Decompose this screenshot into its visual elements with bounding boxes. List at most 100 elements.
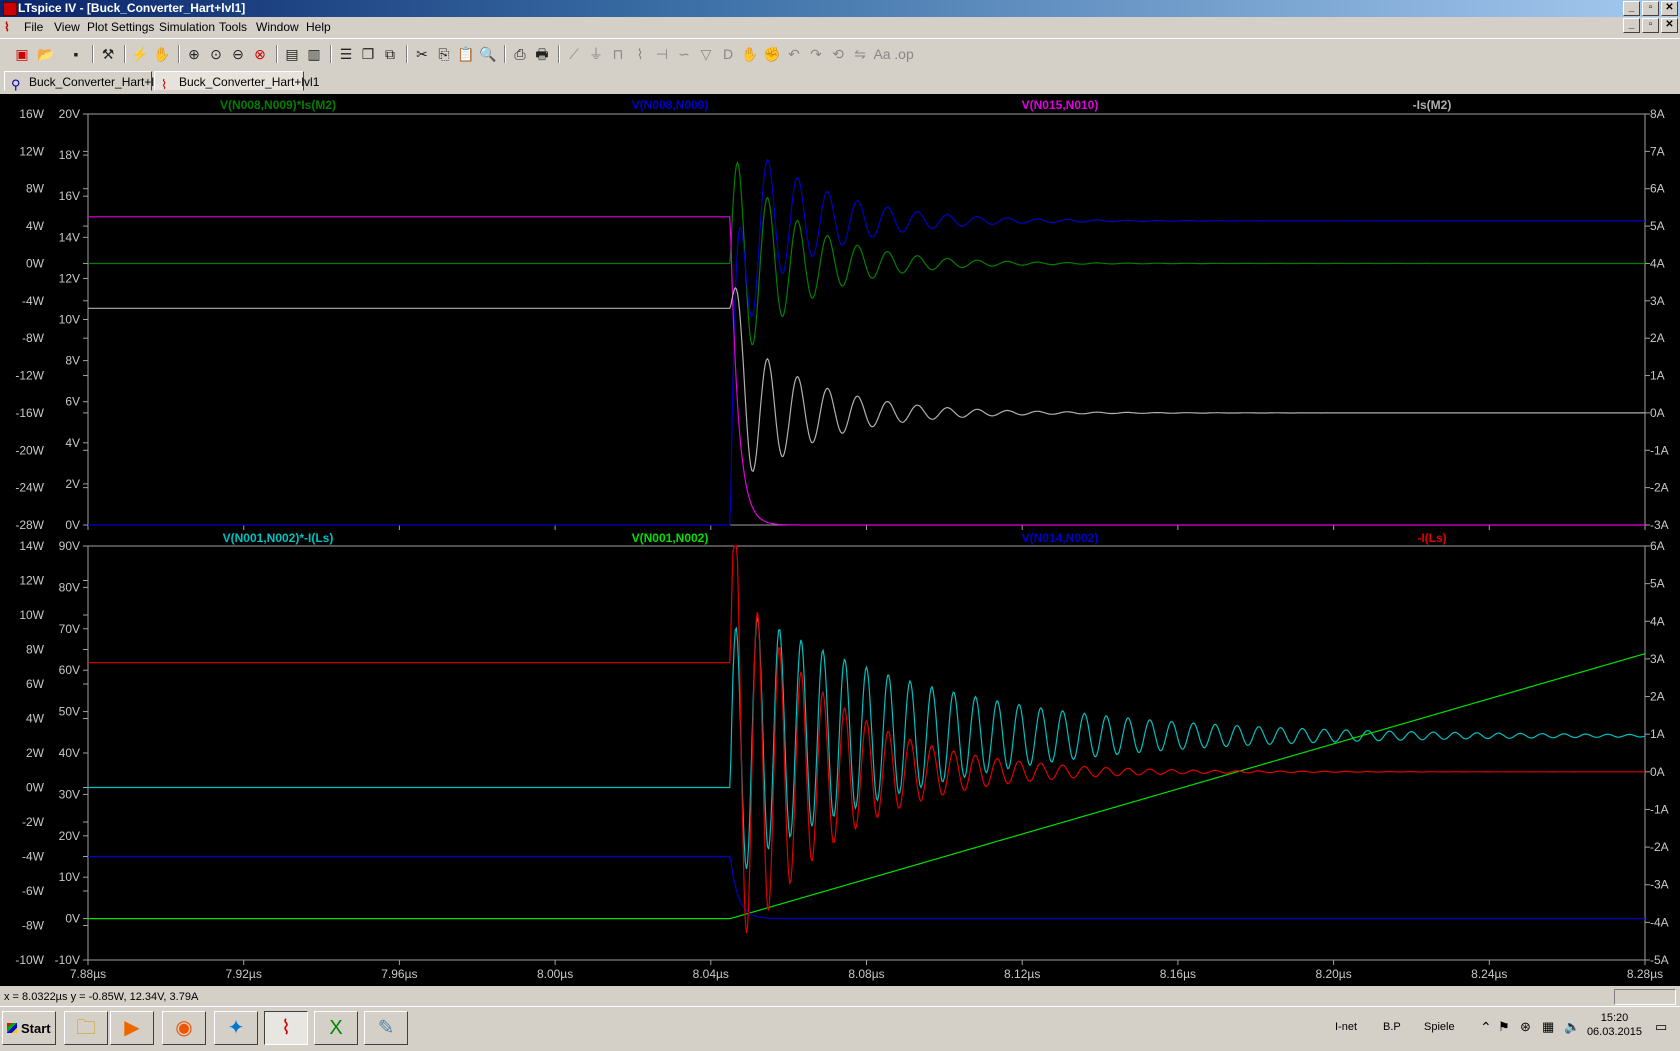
- menu-view[interactable]: View: [54, 20, 80, 34]
- trace-line: [88, 158, 1645, 526]
- explorer-icon[interactable]: 🗀: [64, 1011, 108, 1045]
- text-icon[interactable]: Aa: [872, 44, 892, 64]
- diode-icon[interactable]: ▽: [696, 44, 716, 64]
- component-icon[interactable]: D: [718, 44, 738, 64]
- media-player-icon[interactable]: ▶: [110, 1011, 154, 1045]
- tray-expand-icon[interactable]: ⌃: [1480, 1019, 1492, 1036]
- add-trace-icon[interactable]: ▥: [304, 44, 324, 64]
- halt-icon[interactable]: ✋: [152, 44, 172, 64]
- capacitor-icon[interactable]: ⊣: [652, 44, 672, 64]
- x-tick-label: 8.24µs: [1471, 967, 1507, 981]
- plot-pane-frame: [87, 545, 1646, 961]
- label-net-icon[interactable]: ⊓: [608, 44, 628, 64]
- taskbar: Start 🗀 ▶ ◉ ✦ ⌇ X ✎ I-net B.P Spiele ⌃ ⚑…: [0, 1006, 1680, 1051]
- security-icon[interactable]: ⊛: [1520, 1019, 1531, 1035]
- cursor-readout: x = 8.0322µs y = -0.85W, 12.34V, 3.79A: [4, 991, 199, 1003]
- doc-minimize-button[interactable]: _: [1623, 18, 1640, 33]
- cascade-icon[interactable]: ❐: [358, 44, 378, 64]
- y-tick-label: 0V: [65, 518, 80, 532]
- excel-icon[interactable]: X: [314, 1011, 358, 1045]
- y-tick-label: 6V: [65, 395, 80, 409]
- mirror-icon[interactable]: ⇋: [850, 44, 870, 64]
- menu-help[interactable]: Help: [306, 20, 331, 34]
- print-icon[interactable]: 🖶: [532, 44, 552, 64]
- zoom-area-icon[interactable]: ⊙: [206, 44, 226, 64]
- x-tick-label: 7.96µs: [381, 967, 417, 981]
- y-tick-label: -28W: [15, 518, 44, 532]
- y-tick-label: 5A: [1650, 219, 1665, 233]
- minimize-button[interactable]: _: [1623, 1, 1640, 16]
- ltspice-app-icon[interactable]: [3, 2, 17, 16]
- y-tick-label: 1A: [1650, 727, 1665, 741]
- action-center-icon[interactable]: ⚑: [1498, 1019, 1510, 1035]
- wire-icon[interactable]: ⟋: [564, 44, 584, 64]
- control-panel-icon[interactable]: ⚒: [98, 44, 118, 64]
- zoom-fit-icon[interactable]: ⊗: [250, 44, 270, 64]
- network-icon[interactable]: ▦: [1542, 1019, 1554, 1035]
- zoom-in-icon[interactable]: ⊕: [184, 44, 204, 64]
- y-tick-label: 10V: [59, 870, 80, 884]
- zoom-out-icon[interactable]: ⊖: [228, 44, 248, 64]
- pinned-app-icon[interactable]: ✦: [214, 1011, 258, 1045]
- ground-icon[interactable]: ⏚: [586, 44, 606, 64]
- tab-schematic[interactable]: ⚲ Buck_Converter_Hart+lvl1: [4, 71, 169, 92]
- new-schematic-icon[interactable]: ▣: [12, 44, 32, 64]
- toolbar-bp[interactable]: B.P: [1383, 1021, 1401, 1033]
- y-tick-label: -2A: [1650, 481, 1669, 495]
- close-button[interactable]: ✕: [1661, 1, 1678, 16]
- move-icon[interactable]: ✋: [740, 44, 760, 64]
- doc-restore-button[interactable]: ▫: [1642, 18, 1659, 33]
- undo-icon[interactable]: ↶: [784, 44, 804, 64]
- rotate-icon[interactable]: ⟲: [828, 44, 848, 64]
- print-setup-icon[interactable]: ⎙: [510, 44, 530, 64]
- cut-icon[interactable]: ✂: [412, 44, 432, 64]
- tab-waveform[interactable]: ⌇ Buck_Converter_Hart+lvl1: [154, 71, 319, 92]
- title-bar: LTspice IV - [Buck_Converter_Hart+lvl1] …: [0, 0, 1680, 17]
- document-menu-icon[interactable]: ⌇: [4, 20, 10, 34]
- start-label: Start: [21, 1021, 51, 1036]
- firefox-icon[interactable]: ◉: [162, 1011, 206, 1045]
- doc-close-button[interactable]: ✕: [1661, 18, 1678, 33]
- clock[interactable]: 15:20 06.03.2015: [1587, 1011, 1642, 1039]
- y-tick-label: -10V: [55, 953, 80, 967]
- resistor-icon[interactable]: ⌇: [630, 44, 650, 64]
- menu-simulation[interactable]: Simulation: [159, 20, 215, 34]
- inductor-icon[interactable]: ∽: [674, 44, 694, 64]
- menu-plot-settings[interactable]: Plot Settings: [87, 20, 154, 34]
- y-tick-label: 14W: [19, 539, 44, 553]
- find-icon[interactable]: 🔍: [478, 44, 498, 64]
- redo-icon[interactable]: ↷: [806, 44, 826, 64]
- toolbar-spiele[interactable]: Spiele: [1424, 1021, 1455, 1033]
- y-tick-label: 3A: [1650, 294, 1665, 308]
- y-tick-label: 2A: [1650, 690, 1665, 704]
- drag-icon[interactable]: ✊: [762, 44, 782, 64]
- autorange-icon[interactable]: ▤: [282, 44, 302, 64]
- y-tick-label: -8W: [22, 919, 45, 933]
- waveform-plot[interactable]: 16W 12W 8W 4W 0W -4W -8W -12W -16W -20W -24W -28W 20…: [0, 94, 1680, 986]
- toolbar-inet[interactable]: I-net: [1335, 1021, 1357, 1033]
- menu-window[interactable]: Window: [256, 20, 299, 34]
- tile-vertical-icon[interactable]: ⧉: [380, 44, 400, 64]
- y-tick-label: 0W: [26, 781, 45, 795]
- save-icon[interactable]: ▪: [66, 44, 86, 64]
- y-tick-label: 30V: [59, 787, 80, 801]
- open-icon[interactable]: 📂: [36, 44, 56, 64]
- tile-horizontal-icon[interactable]: ☰: [336, 44, 356, 64]
- start-button[interactable]: Start: [2, 1011, 56, 1045]
- run-icon[interactable]: ⚡: [130, 44, 150, 64]
- show-desktop-icon[interactable]: ▭: [1655, 1019, 1667, 1035]
- waveform-viewer[interactable]: 16W 12W 8W 4W 0W -4W -8W -12W -16W -20W -24W -28W 20…: [0, 94, 1680, 986]
- clock-date: 06.03.2015: [1586, 1026, 1642, 1038]
- trace-line: [88, 855, 1645, 920]
- ltspice-taskbar-icon[interactable]: ⌇: [264, 1011, 308, 1045]
- y-tick-label: 10V: [59, 313, 80, 327]
- paste-icon[interactable]: 📋: [456, 44, 476, 64]
- volume-icon[interactable]: 🔈: [1564, 1019, 1580, 1035]
- spice-directive-icon[interactable]: .op: [894, 44, 914, 64]
- paint-icon[interactable]: ✎: [364, 1011, 408, 1045]
- copy-icon[interactable]: ⎘: [434, 44, 454, 64]
- menu-tools[interactable]: Tools: [219, 20, 247, 34]
- trace-line: [88, 287, 1645, 473]
- restore-button[interactable]: ▫: [1642, 1, 1659, 16]
- menu-file[interactable]: File: [24, 20, 43, 34]
